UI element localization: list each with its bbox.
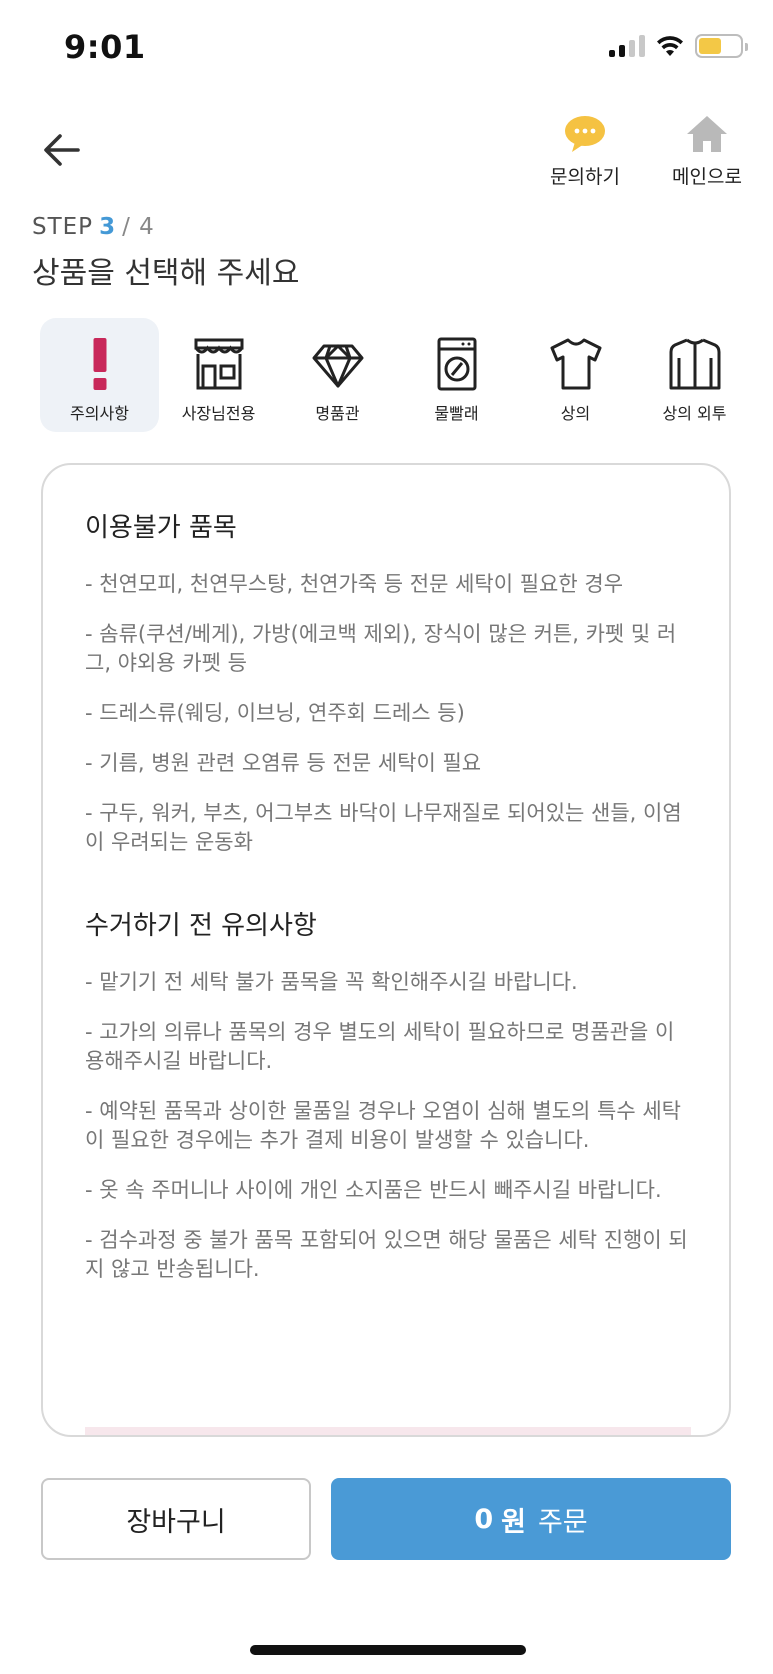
notice-card[interactable]: 이용불가 품목 - 천연모피, 천연무스탕, 천연가죽 등 전문 세탁이 필요한… xyxy=(41,463,731,1437)
tshirt-icon xyxy=(548,336,604,392)
section-title: 수거하기 전 유의사항 xyxy=(85,911,317,941)
status-icons xyxy=(609,34,748,58)
tab-water-wash[interactable]: 물빨래 xyxy=(397,318,516,432)
arrow-left-icon xyxy=(44,134,80,166)
step-header: STEP 3/ 4 상품을 선택해 주세요 xyxy=(32,214,299,292)
list-item: - 검수과정 중 불가 품목 포함되어 있으면 해당 물품은 세탁 진행이 되지… xyxy=(85,1228,688,1281)
list-item: - 예약된 품목과 상이한 물품일 경우나 오염이 심해 별도의 특수 세탁이 … xyxy=(85,1099,681,1152)
tab-luxury[interactable]: 명품관 xyxy=(278,318,397,432)
tab-owner-only[interactable]: 사장님전용 xyxy=(159,318,278,432)
list-item: - 드레스류(웨딩, 이브닝, 연주회 드레스 등) xyxy=(85,701,465,725)
pickup-precautions-section: 수거하기 전 유의사항 - 맡기기 전 세탁 불가 품목을 꼭 확인해주시길 바… xyxy=(85,905,691,1284)
bottom-action-bar: 장바구니 0 원 주문 xyxy=(41,1478,731,1560)
tab-label: 상의 xyxy=(560,404,591,423)
tab-tops[interactable]: 상의 xyxy=(516,318,635,432)
jacket-icon xyxy=(667,336,723,392)
diamond-icon xyxy=(310,336,366,392)
category-tabs: 주의사항 사장님전용 명품관 물빨래 상의 상의 외투 xyxy=(40,318,760,432)
list-item: - 기름, 병원 관련 오염류 등 전문 세탁이 필요 xyxy=(85,751,482,775)
status-time: 9:01 xyxy=(64,28,146,66)
tab-label: 명품관 xyxy=(315,404,360,423)
list-item: - 구두, 워커, 부츠, 어그부츠 바닥이 나무재질로 되어있는 샌들, 이염… xyxy=(85,801,682,854)
order-currency: 원 xyxy=(501,1506,526,1538)
order-button[interactable]: 0 원 주문 xyxy=(331,1478,731,1560)
page-title: 상품을 선택해 주세요 xyxy=(32,256,300,291)
store-icon xyxy=(191,336,247,392)
chat-bubble-icon xyxy=(565,116,605,152)
tab-label: 주의사항 xyxy=(70,404,129,423)
unavailable-items-section: 이용불가 품목 - 천연모피, 천연무스탕, 천연가죽 등 전문 세탁이 필요한… xyxy=(85,507,691,857)
step-current: 3 xyxy=(99,214,117,240)
main-button[interactable]: 메인으로 xyxy=(652,114,762,189)
tab-label: 상의 외투 xyxy=(662,404,727,423)
notice-content: 이용불가 품목 - 천연모피, 천연무스탕, 천연가죽 등 전문 세탁이 필요한… xyxy=(85,507,691,1305)
tab-label: 물빨래 xyxy=(434,404,479,423)
tab-label: 사장님전용 xyxy=(181,404,256,423)
tab-caution[interactable]: 주의사항 xyxy=(40,318,159,432)
list-item: - 고가의 의류나 품목의 경우 별도의 세탁이 필요하므로 명품관을 이용해주… xyxy=(85,1020,675,1073)
step-prefix: STEP xyxy=(32,214,94,240)
cellular-signal-icon xyxy=(609,35,645,57)
status-bar: 9:01 xyxy=(0,0,773,96)
inquiry-label: 문의하기 xyxy=(550,166,620,188)
home-icon xyxy=(687,116,727,152)
exclamation-icon xyxy=(72,336,128,392)
list-item: - 솜류(쿠션/베게), 가방(에코백 제외), 장식이 많은 커튼, 카펫 및… xyxy=(85,622,677,675)
cart-button[interactable]: 장바구니 xyxy=(41,1478,311,1560)
step-indicator: STEP 3/ 4 xyxy=(32,214,299,240)
tab-outerwear[interactable]: 상의 외투 xyxy=(635,318,754,432)
list-item: - 천연모피, 천연무스탕, 천연가죽 등 전문 세탁이 필요한 경우 xyxy=(85,572,624,596)
order-label: 주문 xyxy=(537,1506,588,1538)
list-item: - 맡기기 전 세탁 불가 품목을 꼭 확인해주시길 바랍니다. xyxy=(85,970,578,994)
home-indicator xyxy=(250,1645,526,1655)
battery-icon xyxy=(695,34,748,58)
step-separator: / xyxy=(122,214,131,240)
back-button[interactable] xyxy=(38,126,86,174)
next-section-preview xyxy=(85,1427,691,1435)
order-price: 0 xyxy=(474,1503,494,1535)
washing-machine-icon xyxy=(429,336,485,392)
step-total: 4 xyxy=(139,214,155,240)
nav-bar: 문의하기 메인으로 xyxy=(0,110,773,200)
wifi-icon xyxy=(657,36,683,56)
main-label: 메인으로 xyxy=(672,166,742,188)
section-title: 이용불가 품목 xyxy=(85,513,237,543)
inquiry-button[interactable]: 문의하기 xyxy=(530,114,640,189)
list-item: - 옷 속 주머니나 사이에 개인 소지품은 반드시 빼주시길 바랍니다. xyxy=(85,1178,662,1202)
